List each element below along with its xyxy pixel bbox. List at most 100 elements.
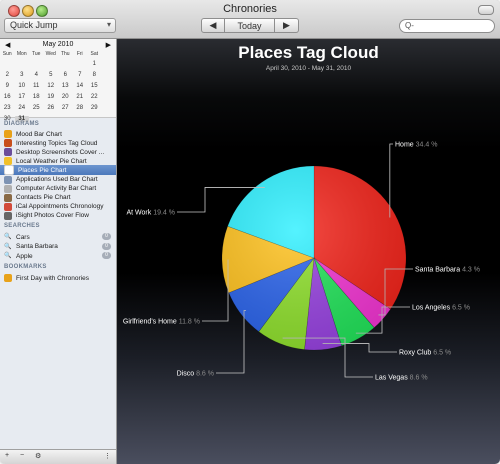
calendar-day[interactable]: 19: [44, 94, 59, 100]
calendar-day[interactable]: 10: [15, 83, 30, 89]
calendar-day[interactable]: 6: [58, 72, 73, 78]
slice-label: Roxy Club 6.5 %: [399, 350, 451, 357]
calendar-day[interactable]: 23: [0, 105, 15, 111]
slice-label: Los Angeles 6.5 %: [412, 305, 470, 312]
calendar-day[interactable]: 24: [15, 105, 30, 111]
magnifier-icon: 🔍: [4, 243, 12, 250]
calendar-day[interactable]: 4: [29, 72, 44, 78]
magnifier-icon: 🔍: [4, 234, 12, 240]
sidebar-item-santa-barbara[interactable]: 🔍 Santa Barbara 0: [4, 242, 114, 252]
slice-label: Las Vegas 8.6 %: [375, 375, 428, 382]
activity-icon: [4, 184, 12, 193]
mini-calendar: ◀ May 2010 ▶ Sun Mon Tue Wed Thu Fri Sat 12345…: [0, 39, 116, 122]
slice-label: At Work 19.4 %: [126, 210, 175, 217]
calendar-day[interactable]: 28: [73, 105, 88, 111]
sidebar-item-first-day-with-chronories[interactable]: First Day with Chronories: [4, 273, 114, 283]
sidebar-item-label: Desktop Screenshots Cover ...: [16, 148, 105, 156]
chevron-down-icon: ▾: [106, 20, 111, 29]
quick-jump-select[interactable]: Quick Jump ▾: [4, 18, 116, 33]
count-badge: 0: [102, 242, 111, 250]
calendar-day[interactable]: 13: [58, 83, 73, 89]
weekday-label: Fri: [76, 51, 83, 57]
sidebar-item-label: Santa Barbara: [16, 243, 58, 250]
calendar-day[interactable]: 17: [15, 94, 30, 100]
next-month-button[interactable]: ▶: [106, 41, 111, 49]
add-button[interactable]: +: [5, 452, 9, 459]
next-button[interactable]: ▶: [275, 18, 299, 33]
calendar-day[interactable]: 11: [29, 83, 44, 89]
calendar-day[interactable]: 12: [44, 83, 59, 89]
title-bar: Chronories Quick Jump ▾ ◀ Today ▶ Q-: [0, 0, 500, 39]
bookmarks-header: BOOKMARKS: [4, 264, 47, 270]
diagrams-header: DIAGRAMS: [4, 121, 40, 127]
calendar-month: May 2010: [42, 41, 74, 48]
sidebar-item-apple[interactable]: 🔍 Apple 0: [4, 251, 114, 261]
sidebar-item-cars[interactable]: 🔍 Cars 0: [4, 232, 114, 242]
sidebar-item-label: Places Pie Chart: [18, 166, 67, 174]
contacts-icon: [4, 193, 12, 202]
sidebar-item-isight-photos-cover-flow[interactable]: iSight Photos Cover Flow: [4, 211, 114, 221]
weekday-label: Mon: [16, 51, 27, 57]
gear-icon[interactable]: ⚙: [35, 452, 41, 460]
calendar-days: 1 2 3 4 5 6 7 8 9 10 11 12 13 14 15 16 17 18 19 20 21 22 23 24 2…: [0, 58, 116, 124]
calendar-day[interactable]: 27: [58, 105, 73, 111]
calendar-week: 1: [0, 58, 116, 69]
resize-handle-icon[interactable]: ⋮: [104, 452, 111, 460]
remove-button[interactable]: −: [20, 452, 24, 459]
applications-icon: [4, 175, 12, 184]
sidebar-item-label: iSight Photos Cover Flow: [16, 212, 89, 220]
count-badge: 0: [102, 252, 111, 259]
slice-label: Santa Barbara 4.3 %: [415, 267, 480, 274]
calendar-weekdays: Sun Mon Tue Wed Thu Fri Sat: [0, 51, 116, 57]
app-window: Chronories Quick Jump ▾ ◀ Today ▶ Q- ◀ M…: [0, 0, 500, 464]
screenshot-icon: [4, 148, 12, 157]
calendar-day[interactable]: 3: [15, 72, 30, 78]
weekday-label: Sat: [90, 51, 98, 57]
calendar-day[interactable]: 22: [87, 94, 102, 100]
weekday-label: Thu: [60, 51, 70, 57]
sidebar-item-label: iCal Appointments Chronology: [16, 203, 104, 211]
sidebar-item-label: Computer Activity Bar Chart: [16, 185, 97, 193]
sidebar-bottom-bar: + − ⚙ ⋮: [0, 449, 116, 464]
calendar-day[interactable]: 14: [73, 83, 88, 89]
weekday-label: Tue: [32, 51, 41, 57]
chart-view: Places Tag Cloud April 30, 2010 - May 31…: [117, 39, 500, 464]
triangle-left-icon: ◀: [209, 20, 217, 30]
weather-icon: [4, 157, 12, 166]
today-button[interactable]: Today: [225, 18, 275, 33]
sidebar-item-label: Contacts Pie Chart: [16, 194, 71, 202]
sidebar-item-label: Applications Used Bar Chart: [16, 176, 98, 183]
sidebar-item-label: Mood Bar Chart: [16, 130, 62, 138]
calendar-day[interactable]: 20: [58, 94, 73, 100]
triangle-right-icon: ▶: [283, 20, 290, 30]
searches-header: SEARCHES: [4, 223, 40, 229]
calendar-day[interactable]: 18: [29, 94, 44, 100]
sidebar-item-label: Apple: [16, 252, 33, 260]
calendar-day[interactable]: 7: [73, 72, 88, 78]
topics-icon: [4, 139, 12, 148]
window-title: Chronories: [223, 3, 277, 15]
calendar-day[interactable]: 5: [44, 72, 59, 78]
weekday-label: Sun: [2, 51, 12, 57]
calendar-day[interactable]: 2: [0, 72, 15, 78]
toolbar-toggle-button[interactable]: [478, 5, 494, 15]
calendar-day[interactable]: 29: [87, 105, 102, 111]
mood-icon: [4, 130, 12, 138]
calendar-week: 2345678: [0, 69, 116, 80]
calendar-day[interactable]: 8: [87, 72, 102, 78]
bookmark-icon: [4, 274, 12, 282]
calendar-day[interactable]: 15: [87, 83, 102, 89]
leader-line: [216, 310, 246, 374]
quick-jump-label: Quick Jump: [10, 20, 58, 30]
calendar-day[interactable]: 9: [0, 83, 15, 89]
previous-button[interactable]: ◀: [201, 18, 225, 33]
slice-label: Home 34.4 %: [395, 142, 437, 149]
sidebar-item-label: First Day with Chronories: [16, 274, 89, 282]
calendar-day[interactable]: 26: [44, 105, 59, 111]
search-input[interactable]: Q-: [399, 19, 495, 33]
calendar-day[interactable]: 21: [73, 94, 88, 100]
calendar-day[interactable]: 16: [0, 94, 15, 100]
pie-chart: Home 34.4 % Santa Barbara 4.3 % Los Angele…: [123, 142, 480, 382]
calendar-day[interactable]: 25: [29, 105, 44, 111]
calendar-day[interactable]: 1: [87, 61, 102, 67]
